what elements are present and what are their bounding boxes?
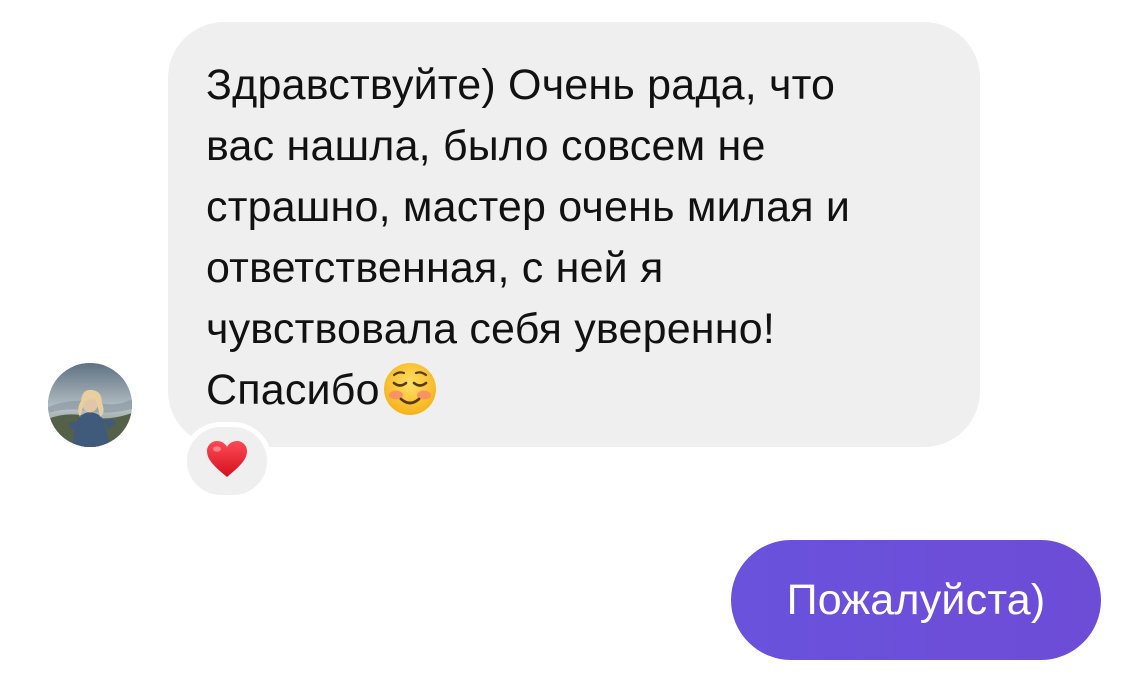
message-line: вас нашла, было совсем не [206, 122, 766, 170]
incoming-message-bubble[interactable]: Здравствуйте) Очень рада, что вас нашла,… [168, 22, 980, 447]
user-avatar[interactable] [48, 363, 132, 447]
message-text: Спасибо [206, 366, 380, 414]
outgoing-message-bubble[interactable]: Пожалуйста) [731, 540, 1101, 660]
message-line: страшно, мастер очень милая и [206, 183, 851, 231]
outgoing-message-text: Пожалуйста) [786, 575, 1046, 624]
message-reaction[interactable] [182, 422, 272, 500]
message-line: ответственная, с ней я [206, 244, 664, 292]
heart-icon [205, 439, 249, 484]
smiling-face-icon [382, 361, 438, 417]
message-line: чувствовала себя уверенно! [206, 305, 775, 353]
chat-thread: Здравствуйте) Очень рада, что вас нашла,… [0, 0, 1125, 684]
message-line-last: Спасибо [206, 360, 942, 421]
message-line: Здравствуйте) Очень рада, что [206, 61, 836, 109]
